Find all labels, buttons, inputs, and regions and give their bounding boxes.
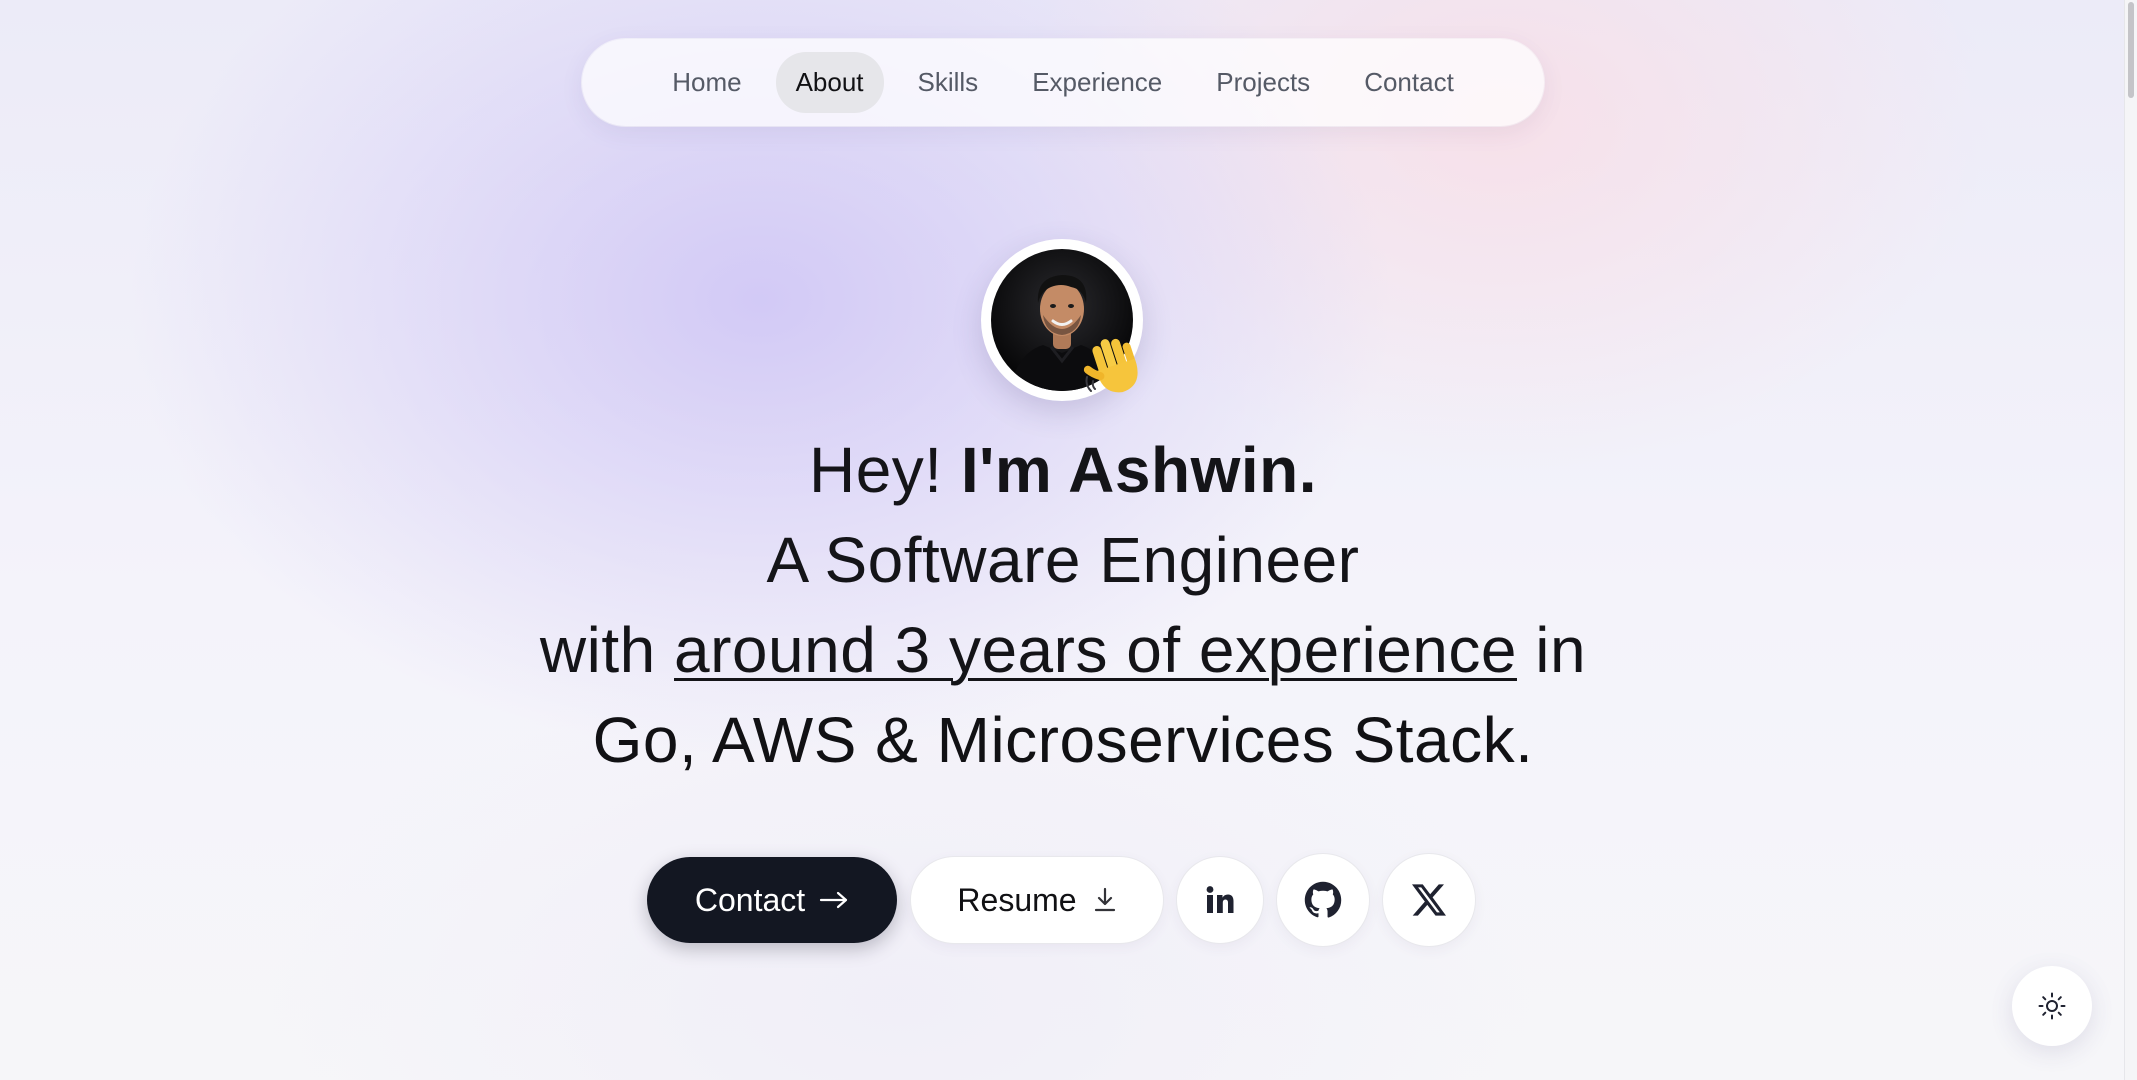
greeting-text: Hey!	[808, 434, 943, 506]
contact-button-label: Contact	[694, 881, 806, 918]
nav-item-experience[interactable]: Experience	[1012, 52, 1182, 113]
github-icon	[1304, 881, 1342, 918]
sun-icon	[2038, 992, 2066, 1020]
avatar	[981, 239, 1143, 401]
download-icon	[1094, 887, 1115, 912]
stack-text: Go, AWS & Microservices Stack.	[592, 704, 1534, 776]
scrollbar[interactable]	[2124, 0, 2137, 1080]
x-icon	[1412, 884, 1446, 916]
nav-item-home[interactable]: Home	[652, 52, 761, 113]
headline-line-1: Hey! I'm Ashwin.	[420, 425, 1706, 515]
nav-item-about[interactable]: About	[775, 52, 884, 113]
github-button[interactable]	[1277, 854, 1369, 946]
contact-button[interactable]: Contact	[647, 857, 897, 943]
theme-toggle-button[interactable]	[2012, 966, 2092, 1046]
top-nav: Home About Skills Experience Projects Co…	[582, 39, 1544, 126]
scrollbar-thumb[interactable]	[2128, 2, 2134, 98]
name-text: I'm Ashwin.	[960, 434, 1318, 506]
arrow-right-icon	[820, 891, 848, 909]
with-text: with	[539, 614, 656, 686]
resume-button-label: Resume	[957, 881, 1077, 918]
hero-headline: Hey! I'm Ashwin. A Software Engineer wit…	[420, 425, 1706, 785]
in-text: in	[1535, 614, 1587, 686]
role-text: A Software Engineer	[766, 524, 1360, 596]
linkedin-button[interactable]	[1177, 857, 1263, 943]
nav-item-projects[interactable]: Projects	[1196, 52, 1330, 113]
resume-button[interactable]: Resume	[911, 857, 1163, 943]
linkedin-icon	[1206, 886, 1234, 913]
nav-item-contact[interactable]: Contact	[1344, 52, 1474, 113]
nav-item-skills[interactable]: Skills	[898, 52, 999, 113]
headline-line-3: with around 3 years of experience in	[420, 605, 1706, 695]
x-button[interactable]	[1383, 854, 1475, 946]
experience-text: around 3 years of experience	[674, 614, 1517, 686]
hero-actions: Contact Resume	[647, 854, 1475, 946]
waving-hand-icon	[1083, 338, 1138, 393]
